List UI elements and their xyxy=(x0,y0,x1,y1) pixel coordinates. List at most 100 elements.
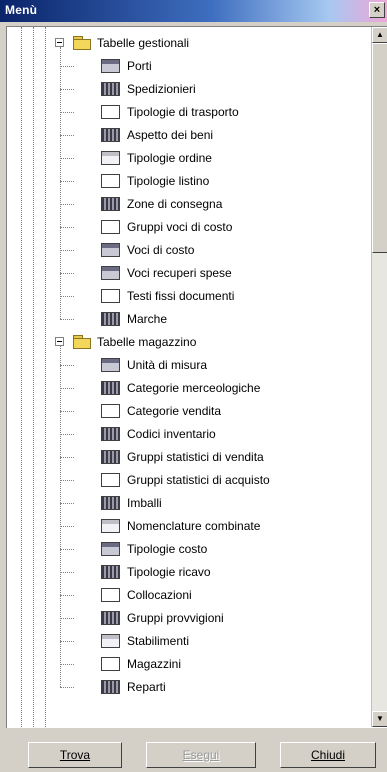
blank-form-icon xyxy=(101,404,120,418)
vertical-scrollbar[interactable]: ▲ ▼ xyxy=(371,27,387,727)
close-icon[interactable]: × xyxy=(369,2,385,18)
tree-item[interactable]: Gruppi voci di costo xyxy=(7,216,367,239)
table-grid-icon xyxy=(101,565,120,579)
tree-item[interactable]: Tipologie listino xyxy=(7,170,367,193)
button-bar: Trova Esegui Chiudi xyxy=(0,738,387,772)
collapse-icon[interactable] xyxy=(55,337,64,346)
tree-item[interactable]: Gruppi provvigioni xyxy=(7,607,367,630)
tree-item[interactable]: Collocazioni xyxy=(7,584,367,607)
tree-branch-line xyxy=(60,181,74,182)
run-button[interactable]: Esegui xyxy=(146,742,256,768)
tree-branch-line xyxy=(60,250,74,251)
tree-item-label: Gruppi provvigioni xyxy=(127,611,224,625)
tree-item[interactable]: Voci di costo xyxy=(7,239,367,262)
tree-item[interactable]: Spedizionieri xyxy=(7,78,367,101)
tree-item[interactable]: Categorie merceologiche xyxy=(7,377,367,400)
scroll-thumb[interactable] xyxy=(372,43,387,253)
tree-branch-line xyxy=(60,595,74,596)
menu-tree: Tabelle gestionali Porti Spedizionieri Tipo… xyxy=(7,27,371,727)
blank-form-icon xyxy=(101,220,120,234)
tree-item[interactable]: Reparti xyxy=(7,676,367,699)
table-form-icon xyxy=(101,358,120,372)
tree-item-label: Aspetto dei beni xyxy=(127,128,214,142)
tree-item[interactable]: Marche xyxy=(7,308,367,331)
table-grid-icon xyxy=(101,128,120,142)
collapse-icon[interactable] xyxy=(55,38,64,47)
tree-branch-line xyxy=(60,434,74,435)
tree-item-label: Gruppi voci di costo xyxy=(127,220,233,234)
light-form-icon xyxy=(101,519,120,533)
tree-branch-line xyxy=(60,319,74,320)
tree-item[interactable]: Voci recuperi spese xyxy=(7,262,367,285)
find-button[interactable]: Trova xyxy=(28,742,122,768)
tree-branch-line xyxy=(60,158,74,159)
tree-branch-line xyxy=(60,204,74,205)
tree-branch-line xyxy=(60,526,74,527)
tree-item[interactable]: Zone di consegna xyxy=(7,193,367,216)
table-grid-icon xyxy=(101,427,120,441)
tree-branch-line xyxy=(60,388,74,389)
tree-item-label: Unità di misura xyxy=(127,358,208,372)
tree-branch-line xyxy=(60,480,74,481)
window-titlebar: Menù × xyxy=(0,0,387,22)
tree-item[interactable]: Imballi xyxy=(7,492,367,515)
table-form-icon xyxy=(101,542,120,556)
table-grid-icon xyxy=(101,312,120,326)
tree-branch-line xyxy=(60,503,74,504)
tree-item-label: Gruppi statistici di acquisto xyxy=(127,473,270,487)
tree-item-label: Zone di consegna xyxy=(127,197,223,211)
tree-item-label: Gruppi statistici di vendita xyxy=(127,450,264,464)
table-grid-icon xyxy=(101,680,120,694)
tree-group-1[interactable]: Tabelle magazzino xyxy=(7,331,367,354)
tree-connector-line xyxy=(60,47,61,319)
tree-item-label: Stabilimenti xyxy=(127,634,190,648)
tree-branch-line xyxy=(60,273,74,274)
tree-item[interactable]: Stabilimenti xyxy=(7,630,367,653)
table-form-icon xyxy=(101,59,120,73)
tree-item[interactable]: Porti xyxy=(7,55,367,78)
tree-item[interactable]: Nomenclature combinate xyxy=(7,515,367,538)
tree-item-label: Magazzini xyxy=(127,657,182,671)
tree-item[interactable]: Testi fissi documenti xyxy=(7,285,367,308)
tree-item-label: Tipologie costo xyxy=(127,542,208,556)
close-button[interactable]: Chiudi xyxy=(280,742,376,768)
tree-item[interactable]: Aspetto dei beni xyxy=(7,124,367,147)
tree-branch-line xyxy=(60,411,74,412)
tree-item-label: Voci di costo xyxy=(127,243,195,257)
tree-item[interactable]: Tipologie ordine xyxy=(7,147,367,170)
light-form-icon xyxy=(101,151,120,165)
tree-item-label: Porti xyxy=(127,59,152,73)
tree-item-label: Nomenclature combinate xyxy=(127,519,261,533)
menu-tree-panel: Tabelle gestionali Porti Spedizionieri Tipo… xyxy=(6,26,387,728)
scroll-up-button[interactable]: ▲ xyxy=(372,27,387,43)
tree-group-0[interactable]: Tabelle gestionali xyxy=(7,32,367,55)
tree-branch-line xyxy=(60,641,74,642)
tree-item[interactable]: Tipologie ricavo xyxy=(7,561,367,584)
tree-item[interactable]: Codici inventario xyxy=(7,423,367,446)
table-form-icon xyxy=(101,266,120,280)
tree-item[interactable]: Tipologie di trasporto xyxy=(7,101,367,124)
tree-item-label: Voci recuperi spese xyxy=(127,266,232,280)
tree-branch-line xyxy=(60,227,74,228)
tree-item-label: Tipologie ordine xyxy=(127,151,212,165)
light-form-icon xyxy=(101,634,120,648)
blank-form-icon xyxy=(101,105,120,119)
tree-item[interactable]: Categorie vendita xyxy=(7,400,367,423)
table-grid-icon xyxy=(101,381,120,395)
tree-branch-line xyxy=(60,618,74,619)
window-title: Menù xyxy=(5,3,38,17)
tree-item[interactable]: Tipologie costo xyxy=(7,538,367,561)
tree-item[interactable]: Gruppi statistici di acquisto xyxy=(7,469,367,492)
table-grid-icon xyxy=(101,611,120,625)
tree-item[interactable]: Magazzini xyxy=(7,653,367,676)
tree-branch-line xyxy=(60,572,74,573)
table-grid-icon xyxy=(101,496,120,510)
tree-branch-line xyxy=(60,687,74,688)
run-button-label: Esegui xyxy=(182,748,220,762)
folder-icon xyxy=(73,36,91,50)
tree-item[interactable]: Unità di misura xyxy=(7,354,367,377)
table-grid-icon xyxy=(101,197,120,211)
scroll-down-button[interactable]: ▼ xyxy=(372,711,387,727)
tree-item-label: Tipologie listino xyxy=(127,174,210,188)
tree-item[interactable]: Gruppi statistici di vendita xyxy=(7,446,367,469)
